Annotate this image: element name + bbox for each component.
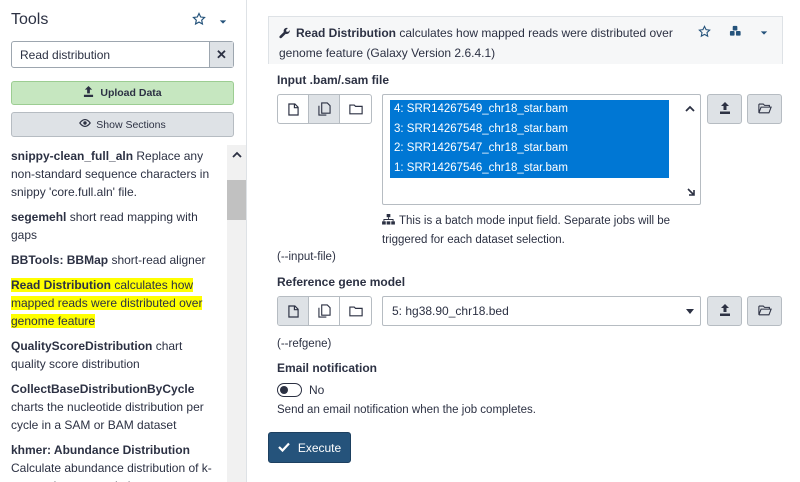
dataset-collection-button[interactable] <box>340 297 371 325</box>
tool-item-read-distribution[interactable]: Read Distribution calculates how mapped … <box>11 276 217 330</box>
browse-reference-button[interactable] <box>747 296 782 326</box>
input-option[interactable]: 4: SRR14267549_chr18_star.bam <box>390 100 669 120</box>
show-sections-button[interactable]: Show Sections <box>11 112 234 137</box>
cubes-icon[interactable] <box>729 25 742 41</box>
tool-list: snippy-clean_full_aln Replace any non-st… <box>11 147 217 482</box>
folder-open-icon <box>757 304 772 319</box>
input-option[interactable]: 1: SRR14267546_chr18_star.bam <box>390 158 669 178</box>
tool-name: CollectBaseDistributionByCycle <box>11 382 195 396</box>
tool-item-bbmap[interactable]: BBTools: BBMap short-read aligner <box>11 251 217 269</box>
tool-name: khmer: Abundance Distribution <box>11 443 190 457</box>
input-option[interactable]: 2: SRR14267547_chr18_star.bam <box>390 139 669 159</box>
tool-item-segemehl[interactable]: segemehl short read mapping with gaps <box>11 208 217 244</box>
upload-icon <box>719 303 731 319</box>
tool-item-snippy-clean[interactable]: snippy-clean_full_aln Replace any non-st… <box>11 147 217 201</box>
tool-form-actions <box>698 25 768 41</box>
tool-name: snippy-clean_full_aln <box>11 149 134 163</box>
batch-mode-text: This is a batch mode input field. Separa… <box>382 215 671 246</box>
reference-model-value: 5: hg38.90_chr18.bed <box>392 304 509 318</box>
upload-input-button[interactable] <box>707 94 742 124</box>
tool-search: ✕ <box>11 41 234 68</box>
input-arg-text: (--input-file) <box>277 251 336 263</box>
sitemap-icon <box>382 213 395 231</box>
reference-mode-switch <box>277 296 372 326</box>
tool-name: segemehl <box>11 210 67 224</box>
tool-search-input[interactable] <box>12 42 210 67</box>
tool-name: BBTools: BBMap <box>11 253 109 267</box>
favorite-star-icon[interactable] <box>698 25 711 41</box>
resize-handle-icon[interactable] <box>686 187 697 201</box>
input-file-multiselect[interactable]: 4: SRR14267549_chr18_star.bam 3: SRR1426… <box>382 94 701 205</box>
close-icon: ✕ <box>216 46 227 62</box>
check-icon <box>278 441 290 455</box>
reference-model-select[interactable]: 5: hg38.90_chr18.bed <box>382 296 701 326</box>
tool-form-name: Read Distribution <box>296 26 397 40</box>
scroll-up-icon[interactable] <box>227 145 246 163</box>
upload-icon <box>83 86 94 100</box>
eye-icon <box>79 118 92 131</box>
select-caret-icon <box>686 309 694 314</box>
upload-data-label: Upload Data <box>100 87 162 99</box>
email-notification-label: Email notification <box>277 361 378 375</box>
tool-form-title: Read Distribution calculates how mapped … <box>279 24 689 62</box>
tool-desc: charts the nucleotide distribution per c… <box>11 400 204 432</box>
show-sections-label: Show Sections <box>96 118 166 131</box>
multiple-datasets-button[interactable] <box>309 95 340 123</box>
email-help-text: Send an email notification when the job … <box>277 404 536 416</box>
galaxy-app: Tools ✕ Upload Data Show Sections <box>0 0 800 482</box>
batch-mode-help: This is a batch mode input field. Separa… <box>382 212 702 249</box>
list-scroll-up-icon[interactable] <box>685 101 695 115</box>
caret-down-icon[interactable] <box>219 13 227 29</box>
folder-open-icon <box>757 102 772 117</box>
tool-name: Read Distribution <box>11 278 112 292</box>
tool-item-collectbasedistributionbycycle[interactable]: CollectBaseDistributionByCycle charts th… <box>11 380 217 434</box>
tool-name: QualityScoreDistribution <box>11 339 153 353</box>
refgene-arg-text: (--refgene) <box>277 338 332 350</box>
wrench-icon <box>279 26 291 44</box>
star-icon[interactable] <box>192 12 206 29</box>
email-notification-toggle[interactable] <box>277 383 302 397</box>
tool-form-header: Read Distribution calculates how mapped … <box>268 16 783 64</box>
execute-label: Execute <box>297 440 342 455</box>
tool-panel: Tools ✕ Upload Data Show Sections <box>0 0 247 482</box>
single-dataset-button[interactable] <box>278 95 309 123</box>
tool-desc: short-read aligner <box>111 253 206 267</box>
input-file-label: Input .bam/.sam file <box>277 73 390 87</box>
input-mode-switch <box>277 94 372 124</box>
input-option[interactable]: 3: SRR14267548_chr18_star.bam <box>390 119 669 139</box>
email-toggle-state: No <box>309 383 325 397</box>
scrollbar-thumb[interactable] <box>227 180 246 220</box>
clear-search-button[interactable]: ✕ <box>209 42 233 67</box>
tool-item-qualityscoredistribution[interactable]: QualityScoreDistribution chart quality s… <box>11 337 217 373</box>
upload-data-button[interactable]: Upload Data <box>11 81 234 105</box>
browse-input-button[interactable] <box>747 94 782 124</box>
panel-title: Tools <box>11 11 49 28</box>
single-dataset-button[interactable] <box>278 297 309 325</box>
reference-model-label: Reference gene model <box>277 275 406 289</box>
execute-button[interactable]: Execute <box>268 432 351 463</box>
upload-icon <box>719 101 731 117</box>
tool-desc: Calculate abundance distribution of k-me… <box>11 461 212 482</box>
upload-reference-button[interactable] <box>707 296 742 326</box>
options-caret-icon[interactable] <box>760 25 768 41</box>
tool-item-khmer-abundance[interactable]: khmer: Abundance Distribution Calculate … <box>11 441 217 482</box>
dataset-collection-button[interactable] <box>340 95 371 123</box>
multiple-datasets-button[interactable] <box>309 297 340 325</box>
